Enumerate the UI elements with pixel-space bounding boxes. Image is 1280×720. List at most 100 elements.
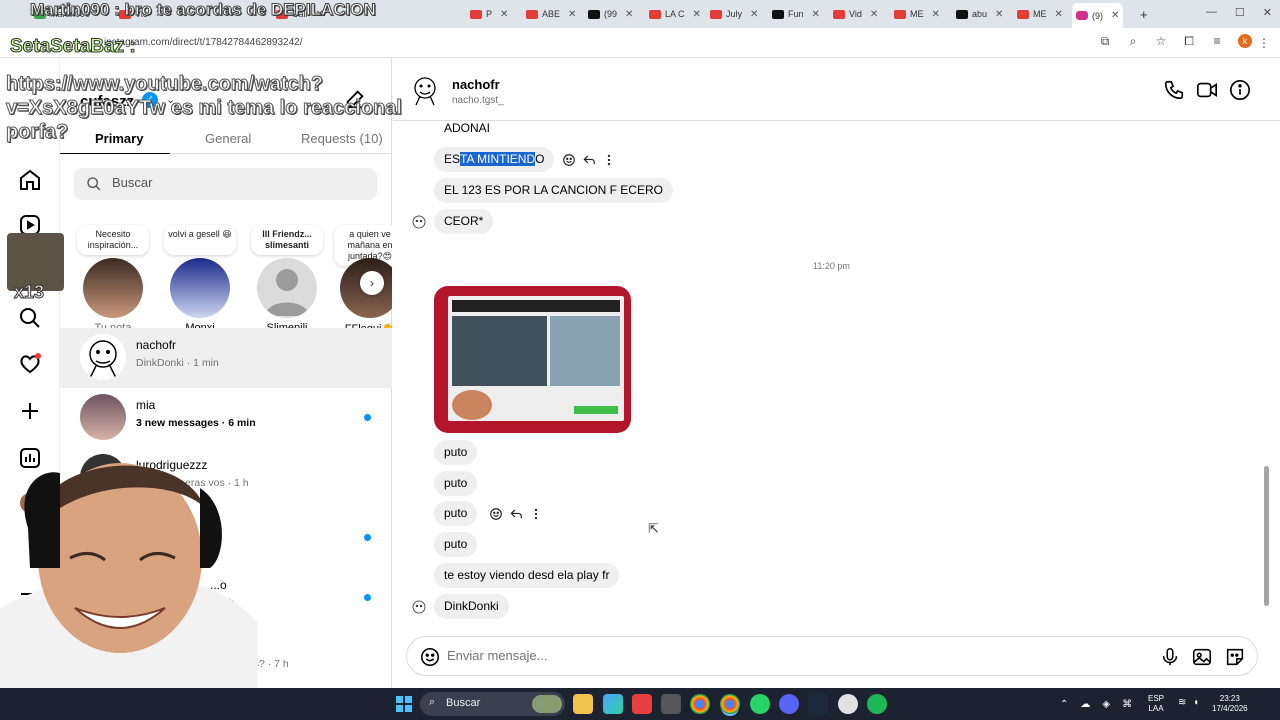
windows-start-icon[interactable] [396,696,412,712]
language-indicator[interactable]: ESP LAA [1148,694,1164,714]
reply-icon[interactable] [509,507,523,521]
sticker-icon[interactable] [1224,646,1246,668]
stream-chat-username: SetaSetaBaz : [10,36,137,58]
create-plus-icon[interactable] [18,399,42,423]
browser-tab[interactable]: Fun ✕ [768,4,824,24]
spotify-icon[interactable] [867,694,887,714]
home-icon[interactable] [18,168,42,192]
react-emoji-icon[interactable] [562,153,576,167]
onedrive-icon[interactable]: ☁ [1080,699,1090,710]
close-tab-icon[interactable]: ✕ [1055,9,1063,20]
bookmark-star-icon[interactable]: ☆ [1154,34,1168,48]
close-window-icon[interactable]: ✕ [1263,6,1272,19]
close-tab-icon[interactable]: ✕ [568,9,576,20]
message-input[interactable] [447,648,1097,663]
browser-tab[interactable]: ME ✕ [1013,4,1067,24]
video-call-icon[interactable] [1196,79,1218,101]
search-icon[interactable] [18,306,42,330]
close-tab-icon[interactable]: ✕ [750,9,758,20]
message-bubble[interactable]: puto [434,501,478,526]
browser-tab-active[interactable]: (9) ✕ [1072,3,1124,28]
close-tab-icon[interactable]: ✕ [995,9,1003,20]
emoji-icon[interactable] [419,646,441,668]
browser-tab[interactable]: ME ✕ [890,4,944,24]
message-composer [406,636,1258,676]
store-icon[interactable] [603,694,623,714]
more-options-icon[interactable] [602,153,616,167]
conversation-preview: DinkDonki · 1 min [136,357,219,369]
close-tab-icon[interactable]: ✕ [812,9,820,20]
file-explorer-icon[interactable] [573,694,593,714]
info-icon[interactable] [1229,79,1251,101]
close-tab-icon[interactable]: ✕ [625,9,633,20]
clock-time: 23:23 [1219,694,1240,703]
browser-tab[interactable]: LA C ✕ [645,4,705,24]
image-upload-icon[interactable] [1191,646,1213,668]
browser-tab[interactable]: Vid ✕ [829,4,882,24]
browser-tab[interactable]: ABE ✕ [522,4,580,24]
phone-call-icon[interactable] [1163,79,1185,101]
new-tab-button[interactable]: + [1136,4,1152,24]
shared-image[interactable] [434,286,631,433]
tab-favicon-icon [526,9,538,19]
steam-icon[interactable] [808,694,828,714]
zoom-icon[interactable]: ⌕ [1126,34,1140,48]
browser-tab[interactable]: (99 ✕ [584,4,637,24]
conversation-item[interactable]: nachofr DinkDonki · 1 min [60,328,392,388]
app-icon[interactable] [632,694,652,714]
discord-icon[interactable] [779,694,799,714]
scroll-thumb[interactable] [1264,466,1269,606]
browser-menu-icon[interactable]: ⋮ [1258,36,1270,50]
message-bubble[interactable]: te estoy viendo desd ela play fr [434,563,620,588]
search-input[interactable] [112,175,362,190]
message-timestamp: 11:20 pm [813,261,850,271]
chevron-up-icon[interactable]: ⌃ [1060,699,1068,710]
wifi-icon[interactable]: ≋ [1178,697,1186,708]
calculator-icon[interactable] [661,694,681,714]
message-bubble[interactable]: DinkDonki [434,594,509,619]
browser-tab[interactable]: P ✕ [466,4,512,24]
reply-icon[interactable] [582,153,596,167]
message-bubble[interactable]: puto [434,471,478,496]
obs-icon[interactable] [838,694,858,714]
maximize-icon[interactable]: ☐ [1235,6,1245,19]
browser-tab[interactable]: abu ✕ [952,4,1007,24]
chrome-active-icon[interactable] [720,694,740,714]
close-tab-icon[interactable]: ✕ [1111,10,1119,21]
security-icon[interactable]: ◈ [1102,699,1110,710]
close-tab-icon[interactable]: ✕ [932,9,940,20]
message-bubble-selected[interactable]: ESTA MINTIENDO [434,147,555,172]
chrome-icon[interactable] [690,694,710,714]
react-emoji-icon[interactable] [489,507,503,521]
note-item[interactable]: Ill Friendz... slimesanti Slimepili [247,223,327,333]
whatsapp-icon[interactable] [750,694,770,714]
reading-list-icon[interactable]: ≡ [1210,34,1224,48]
system-clock[interactable]: 23:23 17/4/2026 [1212,694,1248,714]
volume-icon[interactable]: ◖ [1193,697,1199,708]
message-actions [489,507,543,521]
text-selection: TA MINTIEND [460,152,536,166]
message-bubble[interactable]: EL 123 ES POR LA CANCION F ECERO [434,178,673,203]
install-app-icon[interactable]: ⧉ [1098,34,1112,48]
taskbar-search[interactable]: ⌕ Buscar [420,692,565,716]
browser-tab[interactable]: July ✕ [706,4,762,24]
note-item[interactable]: volvi a gesell 😆 Monxi [160,223,240,333]
more-options-icon[interactable] [529,507,543,521]
close-tab-icon[interactable]: ✕ [870,9,878,20]
message-bubble[interactable]: puto [434,532,478,557]
profile-avatar[interactable]: k [1238,34,1252,48]
minimize-icon[interactable]: — [1206,6,1217,19]
note-item[interactable]: Necesito inspiración... Tu nota [73,223,153,333]
chat-scrollbar[interactable] [1263,121,1271,621]
message-bubble[interactable]: puto [434,440,478,465]
extensions-icon[interactable]: ⧠ [1182,34,1196,48]
message-bubble[interactable]: CEOR* [434,209,494,234]
microphone-icon[interactable] [1159,646,1181,668]
chat-contact-name[interactable]: nachofr [452,77,500,92]
close-tab-icon[interactable]: ✕ [693,9,701,20]
conversation-item[interactable]: mia 3 new messages · 6 min [60,388,392,448]
close-tab-icon[interactable]: ✕ [500,9,508,20]
notifications-heart-icon[interactable] [18,352,42,376]
network-icon[interactable]: ⌘ [1122,699,1132,710]
chevron-right-icon[interactable]: › [360,271,384,295]
